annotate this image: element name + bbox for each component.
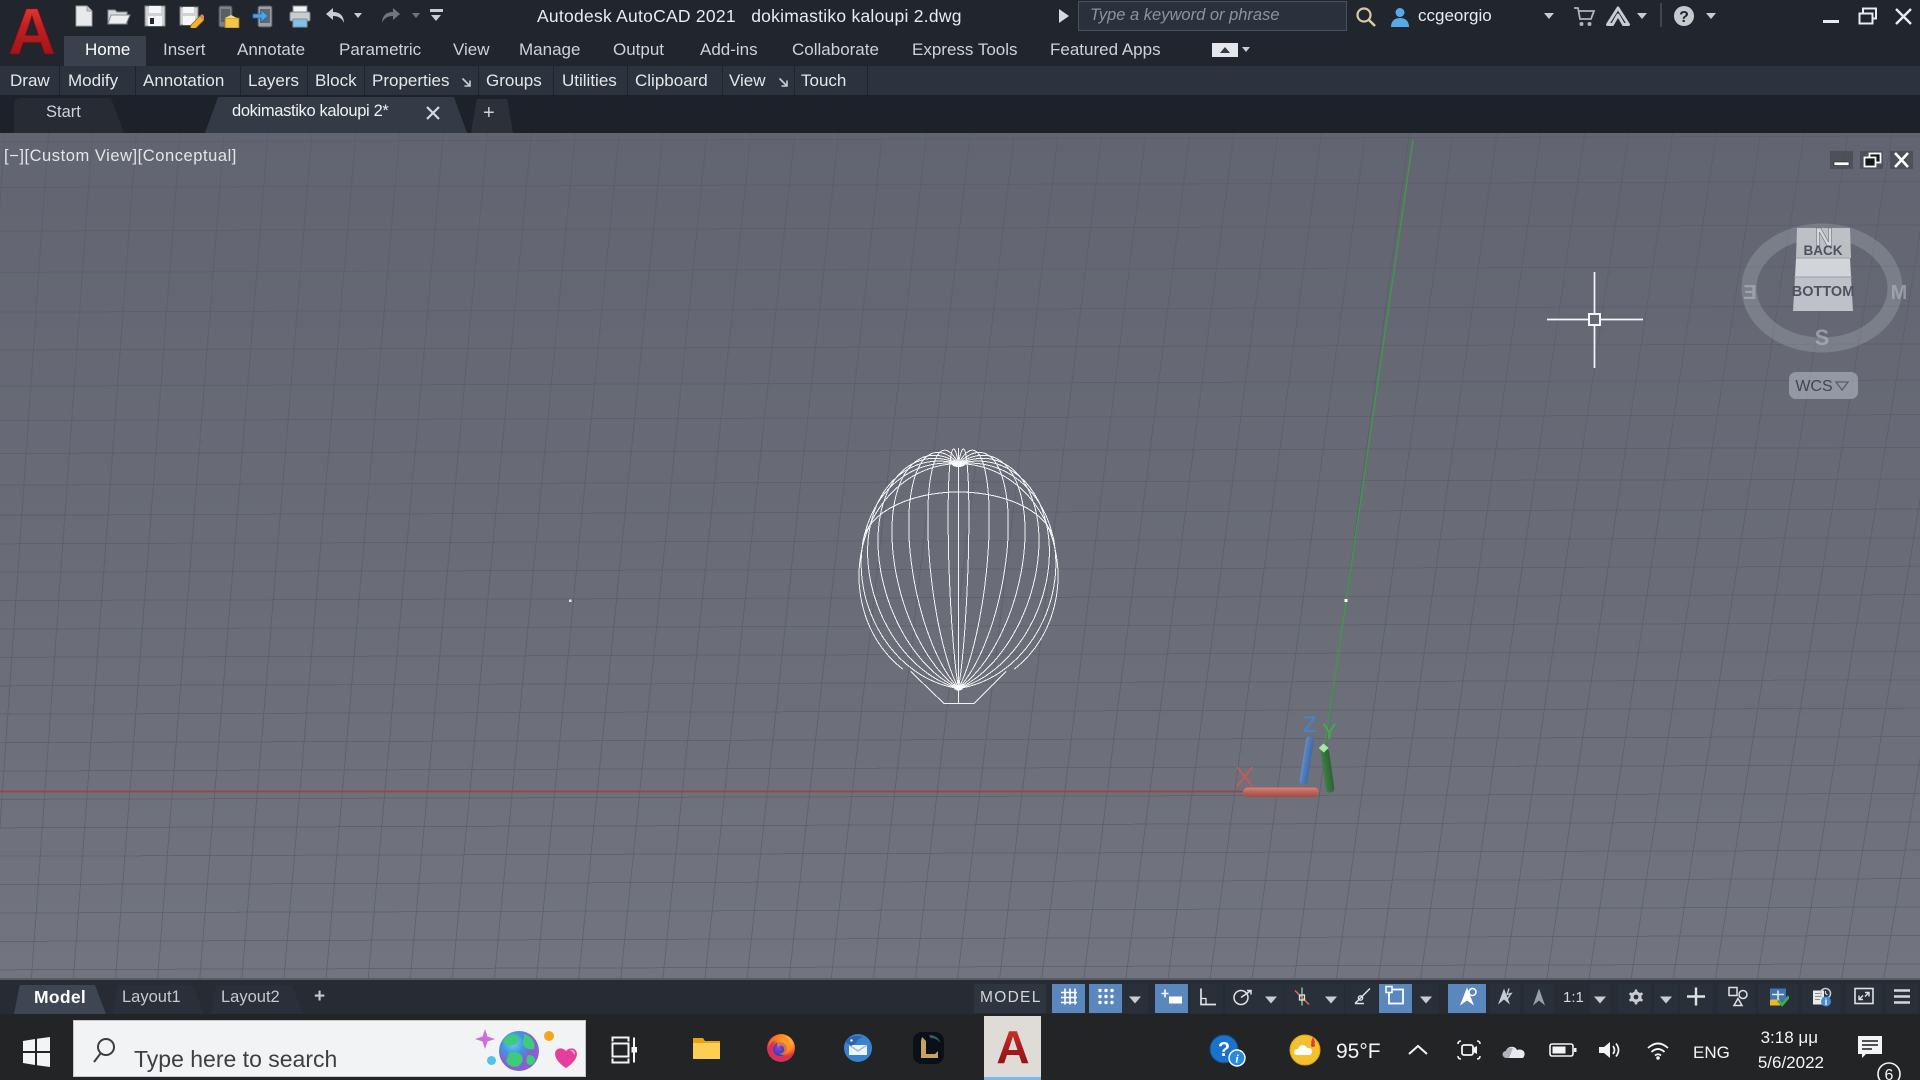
svg-text:M: M <box>1891 282 1908 304</box>
svg-text:E: E <box>1743 282 1756 304</box>
svg-text:Z: Z <box>1303 712 1316 737</box>
svg-text:BOTTOM: BOTTOM <box>1792 284 1855 300</box>
svg-text:?: ? <box>1218 1039 1230 1061</box>
svg-text:?: ? <box>1679 9 1689 26</box>
svg-text:BACK: BACK <box>1804 243 1843 258</box>
svg-text:WCS: WCS <box>1795 378 1832 395</box>
svg-text:A: A <box>8 2 56 60</box>
svg-text:A: A <box>996 1026 1029 1066</box>
svg-text:Y: Y <box>1322 719 1337 744</box>
svg-text:i: i <box>1825 997 1828 1007</box>
svg-text:6: 6 <box>1885 1067 1894 1080</box>
svg-text:S: S <box>1815 325 1830 350</box>
